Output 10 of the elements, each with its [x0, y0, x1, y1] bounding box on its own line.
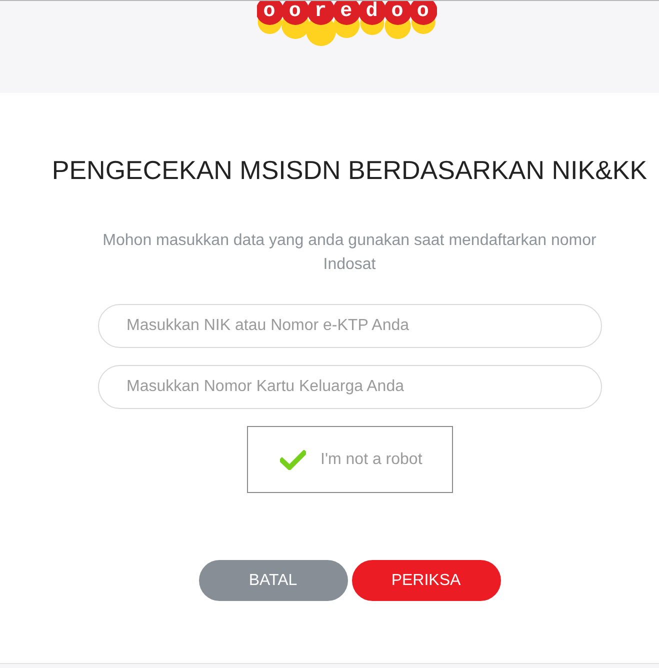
input-field[interactable]: Masukkan Nomor Kartu Keluarga Anda: [98, 365, 602, 409]
logo-wordmark: ooredoo: [262, 2, 443, 22]
cancel-button[interactable]: BATAL: [198, 560, 348, 601]
page-title: PENGECEKAN MSISDN BERDASARKAN NIK&KK: [52, 155, 648, 186]
captcha-label: I'm not a robot: [320, 450, 422, 468]
check-icon[interactable]: [280, 450, 306, 470]
submit-button[interactable]: PERIKSA: [352, 560, 500, 601]
captcha-box[interactable]: I'm not a robot: [246, 426, 452, 493]
input-field[interactable]: Masukkan NIK atau Nomor e-KTP Anda: [98, 304, 602, 348]
instruction-text: Mohon masukkan data yang anda gunakan saat mendaftarkan nomor Indosat: [102, 231, 598, 275]
